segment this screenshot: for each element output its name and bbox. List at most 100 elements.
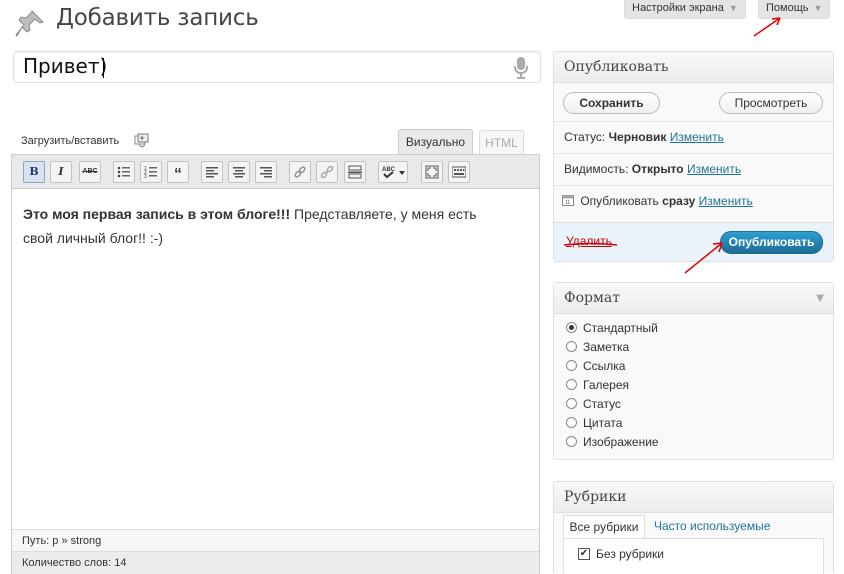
tab-all-categories[interactable]: Все рубрики bbox=[563, 515, 645, 538]
text-cursor bbox=[103, 58, 104, 78]
screen-options-label: Настройки экрана bbox=[632, 2, 724, 14]
radio-button[interactable] bbox=[566, 379, 577, 391]
align-center-icon bbox=[233, 167, 245, 178]
svg-text:ABC: ABC bbox=[382, 167, 396, 173]
svg-text:11: 11 bbox=[565, 200, 570, 206]
radio-button[interactable] bbox=[566, 398, 577, 410]
keyboard-icon bbox=[452, 166, 466, 178]
align-right-button[interactable] bbox=[255, 161, 277, 183]
format-option-label: Заметка bbox=[583, 340, 630, 354]
visibility-value: Открыто bbox=[631, 162, 684, 176]
annotation-arrow-icon bbox=[753, 17, 781, 37]
edit-status-link[interactable]: Изменить bbox=[670, 130, 724, 144]
format-option-label: Ссылка bbox=[583, 359, 626, 373]
blockquote-button[interactable]: “ bbox=[167, 161, 189, 183]
strikethrough-button[interactable]: ABC bbox=[79, 161, 101, 183]
category-checkbox[interactable]: ✔ bbox=[578, 547, 590, 560]
content-text: Представляете, у меня есть bbox=[290, 206, 477, 222]
edit-schedule-link[interactable]: Изменить bbox=[699, 194, 753, 208]
path-label: Путь: p » strong bbox=[22, 535, 102, 547]
svg-text:3: 3 bbox=[144, 174, 147, 179]
unlink-button[interactable] bbox=[316, 161, 338, 183]
fullscreen-button[interactable] bbox=[421, 161, 443, 183]
category-list: ✔ Без рубрики bbox=[563, 538, 824, 574]
save-draft-button[interactable]: Сохранить bbox=[563, 92, 660, 114]
format-option-standard[interactable]: Стандартный bbox=[566, 319, 658, 338]
content-bold-text: Это моя первая запись в этом блоге!!! bbox=[23, 206, 291, 222]
chevron-down-icon: ▼ bbox=[728, 3, 738, 13]
preview-button[interactable]: Просмотреть bbox=[719, 92, 823, 114]
bold-button[interactable]: B bbox=[23, 161, 45, 183]
visibility-label: Видимость: bbox=[564, 162, 629, 176]
categories-box-title[interactable]: Рубрики bbox=[554, 482, 833, 513]
calendar-icon: 11 bbox=[562, 195, 574, 206]
screen-options-button[interactable]: Настройки экрана ▼ bbox=[624, 0, 746, 19]
align-right-icon bbox=[260, 167, 272, 178]
radio-button[interactable] bbox=[566, 436, 577, 448]
format-box: Формат ▼ Стандартный Заметка Ссылка Гале… bbox=[553, 282, 834, 460]
format-option-status[interactable]: Статус bbox=[566, 395, 621, 414]
tab-visual[interactable]: Визуально bbox=[398, 129, 473, 155]
annotation-arrow-icon bbox=[684, 242, 723, 274]
format-option-label: Изображение bbox=[583, 435, 659, 449]
schedule-label: Опубликовать bbox=[580, 194, 659, 208]
format-box-title: Формат bbox=[564, 290, 620, 306]
more-tag-icon bbox=[348, 165, 362, 179]
insert-link-button[interactable] bbox=[289, 161, 311, 183]
content-text-line2: свой личный блог!! :-) bbox=[23, 230, 164, 246]
numbered-list-icon: 123 bbox=[144, 166, 157, 179]
format-box-header[interactable]: Формат ▼ bbox=[554, 283, 833, 314]
schedule-row: 11 Опубликовать сразу Изменить bbox=[554, 185, 833, 216]
kitchen-sink-button[interactable] bbox=[448, 161, 470, 183]
post-title-input[interactable]: Привет) bbox=[13, 51, 541, 83]
edit-visibility-link[interactable]: Изменить bbox=[687, 162, 741, 176]
align-left-icon bbox=[206, 167, 218, 178]
editor-path-bar: Путь: p » strong bbox=[12, 529, 539, 552]
word-count: Количество слов: 14 bbox=[22, 557, 127, 569]
category-item[interactable]: ✔ Без рубрики bbox=[578, 547, 664, 561]
status-label: Статус: bbox=[564, 130, 606, 144]
upload-insert-label: Загрузить/вставить bbox=[21, 135, 120, 147]
format-option-label: Стандартный bbox=[583, 321, 658, 335]
editor-content[interactable]: Это моя первая запись в этом блоге!!! Пр… bbox=[23, 202, 523, 250]
publish-button[interactable]: Опубликовать bbox=[720, 231, 823, 254]
bullet-list-icon bbox=[117, 166, 130, 178]
tab-html[interactable]: HTML bbox=[479, 130, 524, 155]
status-row: Статус: Черновик Изменить bbox=[554, 121, 833, 152]
spellcheck-icon: ABC bbox=[382, 167, 405, 179]
spellcheck-button[interactable]: ABC bbox=[378, 161, 408, 183]
publish-box-title[interactable]: Опубликовать bbox=[554, 52, 833, 83]
bullet-list-button[interactable] bbox=[113, 161, 135, 183]
tab-popular-categories[interactable]: Часто используемые bbox=[654, 515, 770, 537]
align-left-button[interactable] bbox=[201, 161, 223, 183]
format-option-aside[interactable]: Заметка bbox=[566, 338, 629, 357]
toggle-arrow-icon[interactable]: ▼ bbox=[816, 283, 824, 314]
visibility-row: Видимость: Открыто Изменить bbox=[554, 153, 833, 184]
align-center-button[interactable] bbox=[228, 161, 250, 183]
microphone-icon[interactable] bbox=[514, 57, 528, 79]
category-label: Без рубрики bbox=[596, 547, 664, 561]
radio-button[interactable] bbox=[566, 360, 577, 372]
format-option-quote[interactable]: Цитата bbox=[566, 414, 622, 433]
unlink-icon bbox=[320, 165, 334, 179]
help-label: Помощь bbox=[766, 2, 809, 14]
format-option-image[interactable]: Изображение bbox=[566, 433, 659, 452]
media-upload-icon[interactable] bbox=[134, 133, 149, 148]
link-icon bbox=[294, 166, 306, 178]
pushpin-icon bbox=[15, 9, 44, 37]
format-option-label: Статус bbox=[583, 397, 621, 411]
format-option-label: Галерея bbox=[583, 378, 630, 392]
radio-button[interactable] bbox=[566, 322, 577, 334]
format-option-gallery[interactable]: Галерея bbox=[566, 376, 629, 395]
publish-box: Опубликовать Сохранить Просмотреть Стату… bbox=[553, 51, 834, 262]
insert-more-button[interactable] bbox=[344, 161, 366, 183]
numbered-list-button[interactable]: 123 bbox=[140, 161, 162, 183]
format-option-link[interactable]: Ссылка bbox=[566, 357, 625, 376]
fullscreen-icon bbox=[425, 165, 439, 179]
radio-button[interactable] bbox=[566, 417, 577, 429]
italic-button[interactable]: I bbox=[50, 161, 72, 183]
categories-box: Рубрики Все рубрики Часто используемые ✔… bbox=[553, 481, 834, 574]
radio-button[interactable] bbox=[566, 341, 577, 353]
post-title-value: Привет) bbox=[23, 54, 108, 78]
chevron-down-icon: ▼ bbox=[813, 3, 823, 13]
